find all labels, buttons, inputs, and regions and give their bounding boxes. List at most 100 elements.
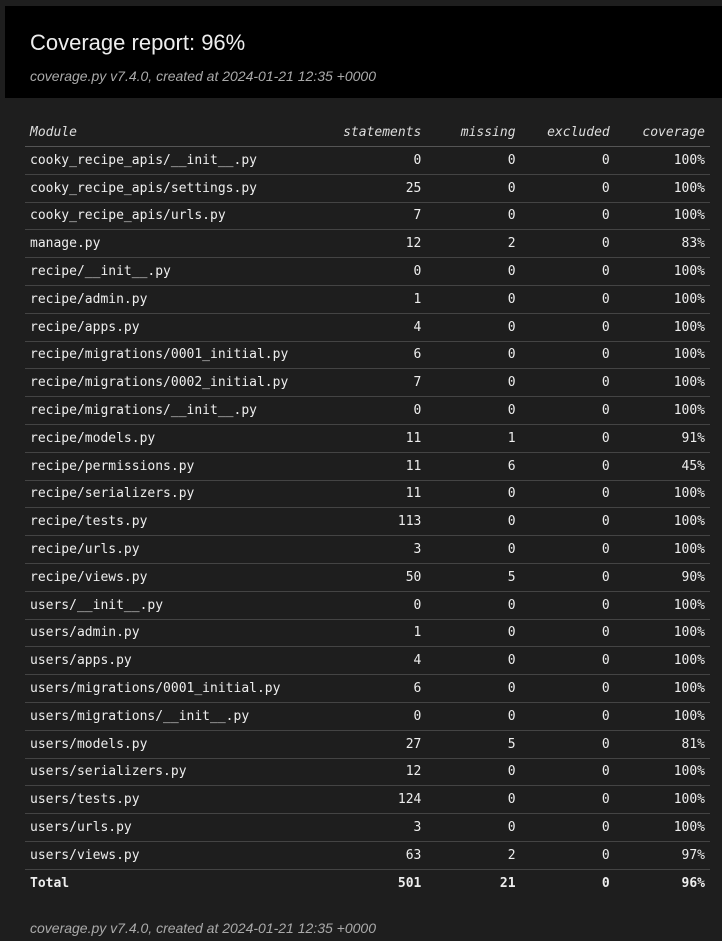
table-row: recipe/serializers.py 11 0 0 100% [25,480,710,509]
coverage-cell: 100% [614,368,710,398]
excluded-cell: 0 [520,813,615,842]
coverage-cell: 83% [614,229,710,259]
excluded-cell: 0 [520,202,615,231]
table-row: recipe/migrations/0001_initial.py 6 0 0 100% [25,341,710,370]
excluded-cell: 0 [520,591,615,620]
table-header-row: Module statements missing excluded cover… [25,119,710,147]
excluded-cell: 0 [520,174,615,203]
statements-cell: 1 [332,619,427,648]
module-name-link[interactable]: users/models.py [25,730,333,759]
table-row: recipe/__init__.py 0 0 0 100% [25,257,710,286]
coverage-cell: 97% [614,841,710,870]
report-header: Coverage report: 96% coverage.py v7.4.0,… [5,6,722,98]
table-row: recipe/urls.py 3 0 0 100% [25,535,710,564]
module-name-link[interactable]: cooky_recipe_apis/settings.py [25,174,333,203]
missing-cell: 0 [426,785,521,815]
column-header-missing[interactable]: missing [426,119,521,147]
total-coverage: 96% [681,875,705,891]
excluded-cell: 0 [520,424,615,453]
total-excluded: 0 [601,875,610,891]
table-row: recipe/models.py 11 1 0 91% [25,424,710,453]
table-row: users/urls.py 3 0 0 100% [25,813,710,842]
statements-cell: 113 [332,507,427,537]
module-name-link[interactable]: recipe/permissions.py [25,452,333,481]
excluded-cell: 0 [520,785,615,815]
missing-cell: 0 [426,313,521,342]
module-name-link[interactable]: users/apps.py [25,646,333,676]
statements-cell: 4 [332,646,427,676]
excluded-cell: 0 [520,841,615,870]
statements-cell: 4 [332,313,427,342]
module-name-link[interactable]: manage.py [25,229,333,259]
module-name-link[interactable]: recipe/migrations/0001_initial.py [25,341,333,370]
module-name-link[interactable]: recipe/apps.py [25,313,333,342]
coverage-table-container: Module statements missing excluded cover… [25,119,710,897]
coverage-cell: 100% [614,758,710,787]
module-name-link[interactable]: users/urls.py [25,813,333,842]
coverage-cell: 100% [614,257,710,286]
module-name-link[interactable]: users/admin.py [25,619,333,648]
table-row: recipe/admin.py 1 0 0 100% [25,285,710,314]
module-name-link[interactable]: users/serializers.py [25,758,333,787]
module-name-link[interactable]: recipe/migrations/0002_initial.py [25,368,333,398]
coverage-cell: 45% [614,452,710,481]
module-name-link[interactable]: recipe/urls.py [25,535,333,564]
statements-cell: 11 [332,452,427,481]
coverage-cell: 100% [614,535,710,564]
excluded-cell: 0 [520,285,615,314]
column-header-excluded[interactable]: excluded [520,119,615,147]
excluded-cell: 0 [520,229,615,259]
statements-cell: 0 [332,591,427,620]
statements-cell: 0 [332,396,427,425]
module-name-link[interactable]: recipe/views.py [25,563,333,592]
statements-cell: 3 [332,813,427,842]
table-row: cooky_recipe_apis/settings.py 25 0 0 100% [25,174,710,203]
excluded-cell: 0 [520,646,615,676]
footer-text: coverage.py v7.4.0, created at 2024-01-2… [30,920,376,936]
excluded-cell: 0 [520,313,615,342]
table-row: recipe/tests.py 113 0 0 100% [25,507,710,537]
module-name-link[interactable]: cooky_recipe_apis/__init__.py [25,146,333,175]
module-name-link[interactable]: recipe/__init__.py [25,257,333,286]
missing-cell: 0 [426,758,521,787]
missing-cell: 6 [426,452,521,481]
missing-cell: 0 [426,368,521,398]
module-name-link[interactable]: recipe/tests.py [25,507,333,537]
missing-cell: 0 [426,646,521,676]
page-title: Coverage report: 96% [30,30,246,55]
missing-cell: 0 [426,257,521,286]
missing-cell: 2 [426,841,521,870]
coverage-cell: 100% [614,813,710,842]
excluded-cell: 0 [520,758,615,787]
coverage-cell: 100% [614,646,710,676]
module-name-link[interactable]: recipe/serializers.py [25,480,333,509]
statements-cell: 0 [332,146,427,175]
module-name-link[interactable]: users/tests.py [25,785,333,815]
module-name-link[interactable]: users/migrations/__init__.py [25,702,333,731]
excluded-cell: 0 [520,396,615,425]
table-row: cooky_recipe_apis/__init__.py 0 0 0 100% [25,146,710,175]
statements-cell: 12 [332,229,427,259]
excluded-cell: 0 [520,619,615,648]
excluded-cell: 0 [520,368,615,398]
total-label: Total [30,875,70,891]
table-row: users/__init__.py 0 0 0 100% [25,591,710,620]
module-name-link[interactable]: users/__init__.py [25,591,333,620]
statements-cell: 11 [332,480,427,509]
module-name-link[interactable]: recipe/migrations/__init__.py [25,396,333,425]
coverage-cell: 100% [614,785,710,815]
missing-cell: 0 [426,480,521,509]
module-name-link[interactable]: users/migrations/0001_initial.py [25,674,333,703]
statements-cell: 1 [332,285,427,314]
column-header-statements[interactable]: statements [332,119,427,147]
column-header-module[interactable]: Module [25,119,333,147]
module-name-link[interactable]: recipe/models.py [25,424,333,453]
excluded-cell: 0 [520,257,615,286]
column-header-coverage[interactable]: coverage [614,119,710,147]
table-row: recipe/permissions.py 11 6 0 45% [25,452,710,481]
module-name-link[interactable]: users/views.py [25,841,333,870]
module-name-link[interactable]: recipe/admin.py [25,285,333,314]
coverage-cell: 100% [614,591,710,620]
statements-cell: 0 [332,702,427,731]
module-name-link[interactable]: cooky_recipe_apis/urls.py [25,202,333,231]
